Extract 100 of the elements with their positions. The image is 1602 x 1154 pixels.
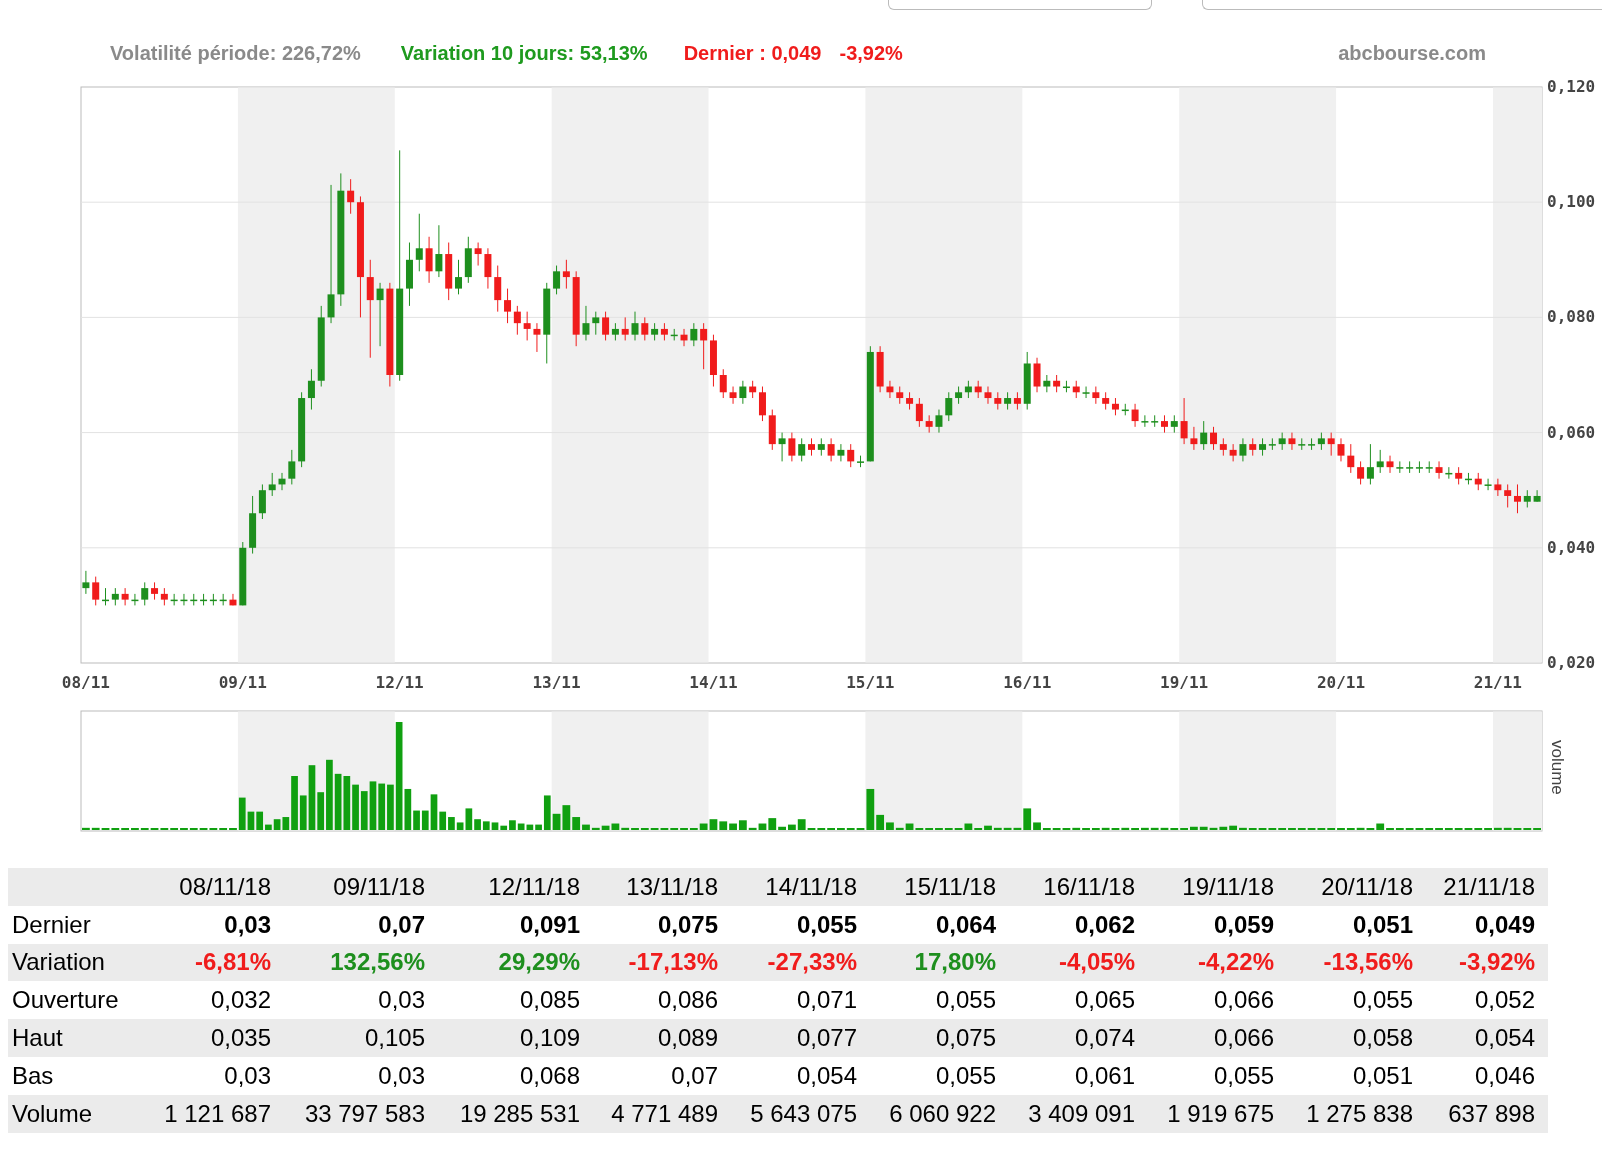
axis-label: 15/11 [846,673,895,692]
candle [1239,437,1247,462]
table-cell-text: -4,22% [1196,947,1274,978]
candle [837,443,845,462]
column-header: 21/11/18 [1442,871,1535,902]
candle [670,328,678,341]
candle [1278,432,1286,451]
candle [1210,426,1217,451]
candle [445,242,453,301]
row-label: Dernier [11,909,92,940]
table-cell-text: 0,03 [223,1060,271,1091]
candle [170,593,178,606]
candle [288,449,296,485]
table-cell-text: 3 409 091 [1027,1098,1135,1129]
row-label: Variation [11,947,106,978]
axis-label: 0,080 [1547,307,1596,327]
axis-label: 08/11 [61,673,110,692]
axis-label: 14/11 [689,673,738,692]
candle [876,345,884,393]
table-cell-text: 0,075 [934,1023,996,1054]
table-cell-text: 0,066 [1212,985,1274,1016]
table-cell-text: 0,046 [1473,1060,1535,1091]
table-cell-text: 1 919 675 [1166,1098,1274,1129]
table-cell-text: 0,089 [656,1023,718,1054]
candle [1043,374,1051,393]
candle [925,414,933,434]
table-cell-text: 0,064 [934,909,996,940]
table-cell-text: 0,03 [223,909,271,940]
table-cell-text: 29,29% [497,947,580,978]
candle [1298,437,1306,451]
candle [631,311,639,341]
candle [1386,455,1394,474]
axis-label: 0,100 [1547,192,1596,212]
candle [268,472,276,497]
table-cell-text: -4,05% [1057,947,1135,978]
column-header: 16/11/18 [1042,871,1135,902]
table-cell-text: 0,065 [1073,985,1135,1016]
axis-title: volume [1548,740,1567,795]
candle [994,391,1002,411]
candle [1484,478,1492,491]
candle [817,437,825,457]
candle [425,236,433,284]
table-cell-text: 0,068 [518,1060,580,1091]
candle [1288,432,1296,451]
candle [141,581,149,606]
candle [592,311,600,336]
table-cell-text: 0,055 [1212,1060,1274,1091]
table-cell-text: 132,56% [329,947,425,978]
table-cell-text: 637 898 [1447,1098,1535,1129]
axis-label: 21/11 [1473,673,1522,692]
table-cell-text: -27,33% [766,947,857,978]
candle [739,380,747,405]
axis-label: 13/11 [532,673,581,692]
candle [239,541,247,606]
candle [1082,386,1090,399]
table-cell-text: 0,051 [1351,909,1413,940]
candle [1180,397,1188,445]
table-cell-text: 0,066 [1212,1023,1274,1054]
axis-label: 0,060 [1547,422,1596,442]
column-header: 12/11/18 [487,871,580,902]
candle [827,437,835,462]
candle [1033,357,1041,393]
candle [1523,489,1531,508]
candle [719,368,727,399]
candle [523,311,531,341]
candle [1151,414,1159,428]
select-field[interactable] [1202,0,1602,10]
candle [778,432,786,462]
candle [131,593,139,606]
table-cell-text: 0,058 [1351,1023,1413,1054]
column-header: 19/11/18 [1181,871,1274,902]
candle [1200,420,1208,451]
table-cell-text: 5 643 075 [749,1098,857,1129]
row-label: Ouverture [11,985,120,1016]
candle [219,593,227,606]
table-cell-text: 4 771 489 [610,1098,718,1129]
candle [484,247,492,290]
table-cell-text: 19 285 531 [458,1098,580,1129]
candle [376,282,384,347]
candle [945,391,953,422]
table-cell-text: 0,055 [1351,985,1413,1016]
table-cell-text: 1 275 838 [1305,1098,1413,1129]
table-cell-text: 0,054 [1473,1023,1535,1054]
candle [464,236,472,284]
row-label: Haut [11,1023,64,1054]
table-cell-text: 0,075 [656,909,718,940]
candle [406,242,413,307]
table-cell-text: 0,052 [1473,985,1535,1016]
candle [1514,483,1521,514]
candle [768,409,776,451]
table-cell-text: 1 121 687 [163,1098,271,1129]
select-field[interactable] [888,0,1152,10]
table-cell-text: 0,061 [1073,1060,1135,1091]
candle [92,576,100,606]
candle [788,432,796,462]
table-cell-text: -17,13% [627,947,718,978]
candle [102,587,109,606]
candle [533,322,541,353]
table-cell-text: 0,109 [518,1023,580,1054]
candle [1161,414,1168,434]
